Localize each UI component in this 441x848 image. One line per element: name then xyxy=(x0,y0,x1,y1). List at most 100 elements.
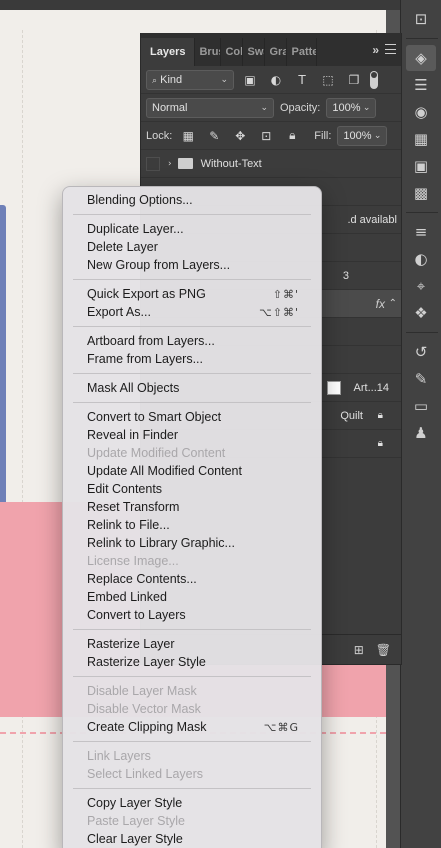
menu-item-clear-layer-style[interactable]: Clear Layer Style xyxy=(63,830,321,848)
menu-item-reveal-in-finder[interactable]: Reveal in Finder xyxy=(63,426,321,444)
type-filter-icon[interactable]: T xyxy=(292,71,312,89)
menu-item-label: Relink to Library Graphic... xyxy=(87,536,235,550)
window-top-strip xyxy=(0,0,400,10)
smart-object-filter-icon[interactable]: ❐ xyxy=(344,71,364,89)
tab-color[interactable]: Colo xyxy=(221,38,244,66)
tab-brushes[interactable]: Brus xyxy=(195,38,222,66)
lock-transparent-pixels-icon[interactable]: ▦ xyxy=(178,127,198,145)
menu-item-quick-export-as-png[interactable]: Quick Export as PNG ⇧⌘' xyxy=(63,285,321,303)
lock-all-icon[interactable]: 🔒︎ xyxy=(282,127,302,145)
lock-icon: 🔒︎ xyxy=(377,438,383,449)
menu-item-rasterize-layer[interactable]: Rasterize Layer xyxy=(63,635,321,653)
layer-context-menu: Blending Options... Duplicate Layer... Del… xyxy=(62,186,322,848)
lock-icon: 🔒︎ xyxy=(377,410,383,421)
tab-swatches[interactable]: Swa xyxy=(243,38,266,66)
menu-item-link-layers: Link Layers xyxy=(63,747,321,765)
fill-value: 100% xyxy=(343,129,372,142)
visibility-toggle[interactable] xyxy=(146,156,160,171)
trash-icon[interactable]: 🗑︎ xyxy=(376,643,391,657)
menu-item-mask-all-objects[interactable]: Mask All Objects xyxy=(63,379,321,397)
menu-item-label: Convert to Smart Object xyxy=(87,410,222,424)
square-icon[interactable]: ▣ xyxy=(406,153,436,179)
collapse-effects-icon[interactable]: ⌃ xyxy=(389,298,397,309)
layer-name: Quilt xyxy=(340,409,363,422)
lock-artboard-icon[interactable]: ⊡ xyxy=(256,127,276,145)
menu-item-label: Clear Layer Style xyxy=(87,832,183,846)
menu-item-new-group-from-layers[interactable]: New Group from Layers... xyxy=(63,256,321,274)
menu-item-relink-to-library-graphic[interactable]: Relink to Library Graphic... xyxy=(63,534,321,552)
layers-icon[interactable]: ◈ xyxy=(406,45,436,71)
menu-item-label: Rasterize Layer Style xyxy=(87,655,206,669)
filter-toggle[interactable] xyxy=(370,70,378,89)
stitch-line xyxy=(22,30,23,848)
opacity-field[interactable]: 100% ⌄ xyxy=(326,97,377,118)
right-panel-dock: ⊡ ◈ ☰ ◉ ▦ ▣ ▩ ≡ ◐ ⌖ ❖ ↺ ✎ ▭ ♟ xyxy=(400,0,441,848)
library-icon[interactable]: ⊡ xyxy=(406,6,436,32)
layer-row[interactable]: › Without-Text xyxy=(141,150,401,178)
menu-item-frame-from-layers[interactable]: Frame from Layers... xyxy=(63,350,321,368)
grid-icon[interactable]: ▦ xyxy=(406,126,436,152)
history-icon[interactable]: ↺ xyxy=(406,339,436,365)
menu-item-delete-layer[interactable]: Delete Layer xyxy=(63,238,321,256)
adjustments-icon[interactable]: ◐ xyxy=(406,246,436,272)
tab-layers[interactable]: Layers xyxy=(141,38,196,66)
menu-item-duplicate-layer[interactable]: Duplicate Layer... xyxy=(63,220,321,238)
menu-item-convert-to-smart-object[interactable]: Convert to Smart Object xyxy=(63,408,321,426)
menu-item-reset-transform[interactable]: Reset Transform xyxy=(63,498,321,516)
menu-item-edit-contents[interactable]: Edit Contents xyxy=(63,480,321,498)
shape-filter-icon[interactable]: ⬚ xyxy=(318,71,338,89)
menu-item-update-all-modified-content[interactable]: Update All Modified Content xyxy=(63,462,321,480)
swatches-grid-icon[interactable]: ▩ xyxy=(406,180,436,206)
menu-item-label: Update Modified Content xyxy=(87,446,226,460)
blend-mode-label: Normal xyxy=(152,101,188,114)
menu-item-label: Artboard from Layers... xyxy=(87,334,215,348)
tab-gradients[interactable]: Gra xyxy=(265,38,288,66)
menu-item-disable-vector-mask: Disable Vector Mask xyxy=(63,700,321,718)
clone-stamp-icon[interactable]: ♟ xyxy=(406,420,436,446)
menu-item-label: Update All Modified Content xyxy=(87,464,242,478)
panel-menu-icon[interactable] xyxy=(385,44,396,54)
menu-item-copy-layer-style[interactable]: Copy Layer Style xyxy=(63,794,321,812)
more-tabs-icon[interactable]: » xyxy=(372,43,379,57)
fill-label: Fill: xyxy=(314,129,332,142)
menu-item-label: Relink to File... xyxy=(87,518,170,532)
paths-icon[interactable]: ⌖ xyxy=(406,273,436,299)
expand-arrow-icon[interactable]: › xyxy=(168,159,172,169)
comment-icon[interactable]: ▭ xyxy=(406,393,436,419)
adjustment-filter-icon[interactable]: ◐ xyxy=(266,71,286,89)
properties-icon[interactable]: ☰ xyxy=(406,72,436,98)
channels-icon[interactable]: ❖ xyxy=(406,300,436,326)
chevron-down-icon: ⌄ xyxy=(260,102,268,113)
menu-item-relink-to-file[interactable]: Relink to File... xyxy=(63,516,321,534)
menu-item-create-clipping-mask[interactable]: Create Clipping Mask ⌥⌘G xyxy=(63,718,321,736)
menu-item-embed-linked[interactable]: Embed Linked xyxy=(63,588,321,606)
brush-settings-icon[interactable]: ✎ xyxy=(406,366,436,392)
menu-item-export-as[interactable]: Export As... ⌥⇧⌘' xyxy=(63,303,321,321)
blend-mode-select[interactable]: Normal ⌄ xyxy=(146,97,274,118)
lock-position-icon[interactable]: ✥ xyxy=(230,127,250,145)
menu-item-label: Disable Vector Mask xyxy=(87,702,201,716)
menu-item-label: Mask All Objects xyxy=(87,381,180,395)
filter-kind-label: Kind xyxy=(160,73,183,86)
fill-field[interactable]: 100% ⌄ xyxy=(337,125,388,146)
new-layer-icon[interactable]: ⊞ xyxy=(354,643,364,657)
menu-item-label: Duplicate Layer... xyxy=(87,222,184,236)
fx-icon[interactable]: fx xyxy=(376,297,385,311)
filter-kind-select[interactable]: ⌕ Kind ⌄ xyxy=(146,69,234,90)
sliders-icon[interactable]: ≡ xyxy=(406,219,436,245)
menu-item-artboard-from-layers[interactable]: Artboard from Layers... xyxy=(63,332,321,350)
menu-item-label: Edit Contents xyxy=(87,482,163,496)
menu-item-blending-options[interactable]: Blending Options... xyxy=(63,191,321,209)
folder-icon xyxy=(177,158,193,169)
menu-item-label: New Group from Layers... xyxy=(87,258,231,272)
menu-separator xyxy=(63,368,321,379)
menu-item-label: Reset Transform xyxy=(87,500,180,514)
menu-item-rasterize-layer-style[interactable]: Rasterize Layer Style xyxy=(63,653,321,671)
menu-item-convert-to-layers[interactable]: Convert to Layers xyxy=(63,606,321,624)
color-palette-icon[interactable]: ◉ xyxy=(406,99,436,125)
menu-separator xyxy=(63,624,321,635)
menu-item-replace-contents[interactable]: Replace Contents... xyxy=(63,570,321,588)
tab-patterns[interactable]: Patte xyxy=(287,38,318,66)
pixel-filter-icon[interactable]: ▣ xyxy=(240,71,260,89)
lock-image-pixels-icon[interactable]: ✎ xyxy=(204,127,224,145)
